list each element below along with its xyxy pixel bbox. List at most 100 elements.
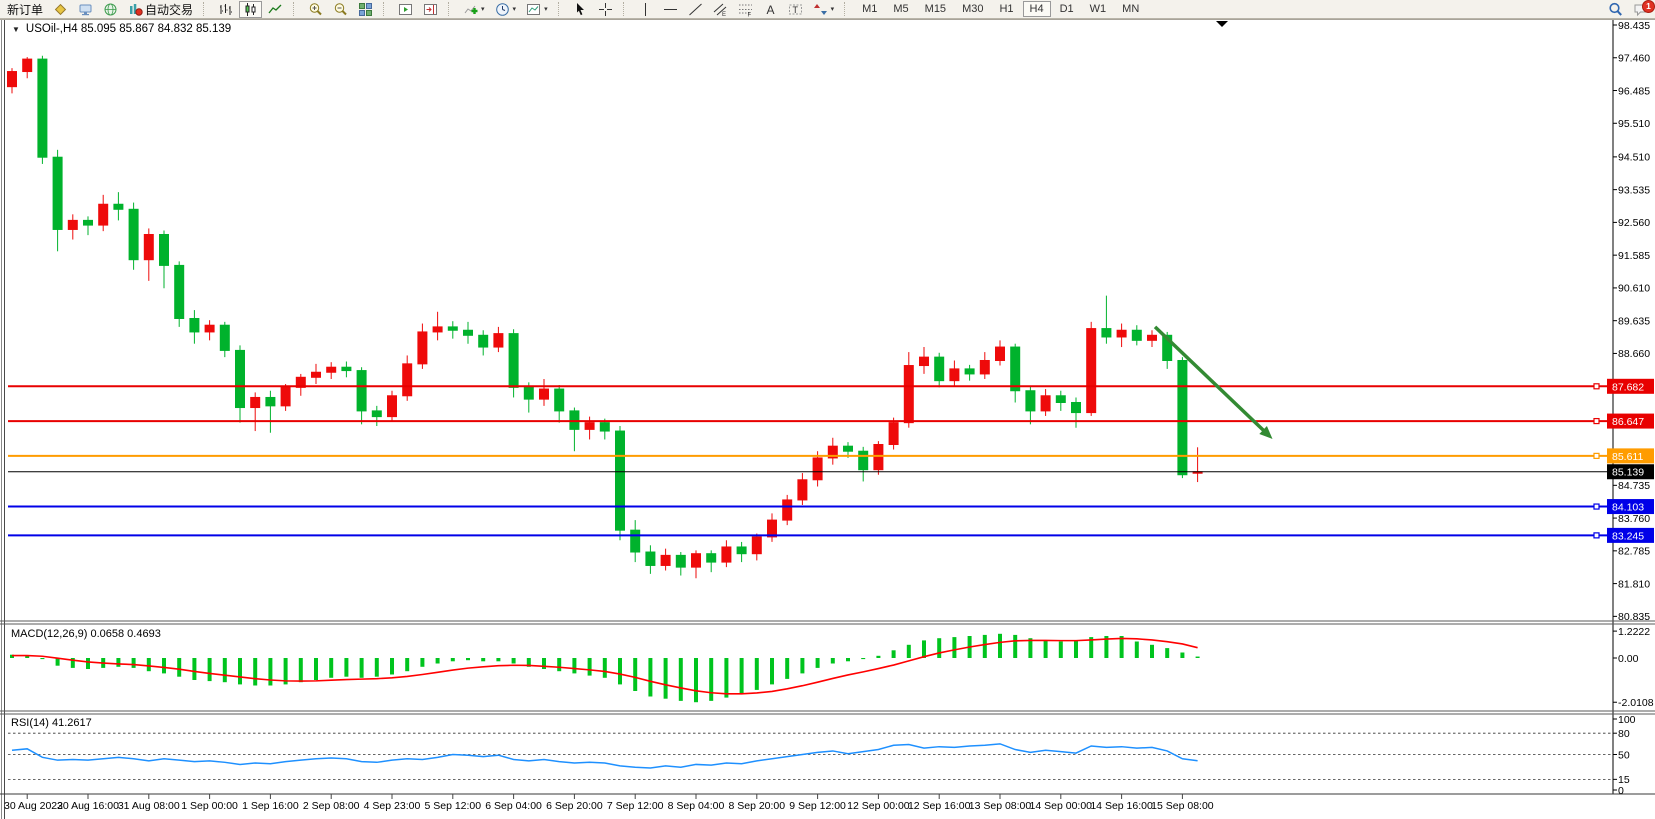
trendline-button[interactable]	[684, 1, 707, 18]
tile-windows-button[interactable]	[354, 1, 377, 18]
crosshair-button[interactable]	[594, 1, 617, 18]
notifications-button[interactable]: 1	[1629, 1, 1652, 18]
price-line-handle[interactable]	[1594, 504, 1599, 509]
candle-down	[616, 431, 625, 530]
tf-h4-button[interactable]: H4	[1023, 1, 1051, 17]
price-axis-label: 90.610	[1618, 283, 1650, 295]
tf-m5-button[interactable]: M5	[886, 1, 915, 17]
bars-icon	[218, 2, 233, 17]
time-axis-label: 1 Sep 00:00	[181, 800, 238, 812]
price-axis-label: 83.760	[1618, 513, 1650, 525]
hline-icon	[663, 2, 678, 17]
search-button[interactable]	[1604, 1, 1627, 18]
time-axis-label: 1 Sep 16:00	[242, 800, 299, 812]
candle-down	[372, 411, 381, 417]
zoom-out-button[interactable]	[329, 1, 352, 18]
line-chart-button[interactable]	[264, 1, 287, 18]
tile-icon	[358, 2, 373, 17]
dropdown-caret-icon[interactable]: ▾	[544, 5, 548, 13]
rsi-axis-label: 100	[1618, 714, 1636, 726]
dropdown-caret-icon[interactable]: ▾	[513, 5, 517, 13]
tf-m1-button[interactable]: M1	[855, 1, 884, 17]
candle-up	[950, 369, 959, 381]
price-badge-label: 85.611	[1612, 451, 1643, 463]
tf-mn-button[interactable]: MN	[1115, 1, 1146, 17]
price-axis-label: 89.635	[1618, 315, 1650, 327]
tf-m30-button[interactable]: M30	[955, 1, 990, 17]
line-icon	[268, 2, 283, 17]
charts-grid-button[interactable]	[49, 1, 72, 18]
candle-up	[783, 500, 792, 520]
zoom-in-button[interactable]	[304, 1, 327, 18]
community-button[interactable]	[99, 1, 122, 18]
dropdown-caret-icon[interactable]: ▾	[481, 5, 485, 13]
toolbar-separator	[558, 2, 563, 16]
time-axis-label: 8 Sep 04:00	[668, 800, 725, 812]
auto-scroll-button[interactable]	[394, 1, 417, 18]
tf-h1-button[interactable]: H1	[992, 1, 1020, 17]
svg-text:E: E	[722, 12, 726, 17]
svg-text:A: A	[766, 3, 774, 17]
price-line-handle[interactable]	[1594, 419, 1599, 424]
price-axis-label: 93.535	[1618, 184, 1650, 196]
tf-d1-button[interactable]: D1	[1053, 1, 1081, 17]
candle-down	[464, 330, 473, 335]
chart-title-text: USOil-,H4 85.095 85.867 84.832 85.139	[26, 23, 231, 35]
price-line-handle[interactable]	[1594, 453, 1599, 458]
chart-area[interactable]: 98.43597.46096.48595.51094.51093.53592.5…	[0, 0, 1655, 819]
autotrade-icon	[128, 2, 143, 17]
candle-up	[388, 396, 397, 417]
candle-down	[1072, 402, 1081, 412]
candle-up	[768, 520, 777, 537]
tf-w1-button[interactable]: W1	[1083, 1, 1114, 17]
tf-m15-button[interactable]: M15	[918, 1, 953, 17]
indicators-button[interactable]: ▾	[459, 1, 489, 18]
monitor-icon	[78, 2, 93, 17]
autotrading-button-label: 自动交易	[145, 1, 193, 18]
zoom-in-icon	[308, 2, 323, 17]
price-line-handle[interactable]	[1594, 384, 1599, 389]
candle-down	[844, 446, 853, 451]
price-line-handle[interactable]	[1594, 533, 1599, 538]
tf-h1-button-label: H1	[999, 3, 1013, 15]
price-axis-label: 88.660	[1618, 348, 1650, 360]
templates-button[interactable]: ▾	[522, 1, 552, 18]
candlestick-chart-button[interactable]	[239, 1, 262, 18]
candle-up	[661, 555, 670, 565]
horizontal-line-button[interactable]	[659, 1, 682, 18]
candle-up	[1117, 330, 1126, 337]
candle-up	[585, 423, 594, 430]
globe-icon	[103, 2, 118, 17]
candle-down	[646, 552, 655, 565]
candle-down	[220, 325, 229, 350]
candle-up	[904, 366, 913, 423]
arrows-button[interactable]: ▾	[809, 1, 839, 18]
text-button[interactable]: A	[759, 1, 782, 18]
dropdown-caret-icon[interactable]: ▾	[831, 5, 835, 13]
vertical-line-button[interactable]	[634, 1, 657, 18]
candle-down	[631, 530, 640, 552]
price-axis-label: 84.735	[1618, 480, 1650, 492]
candle-down	[737, 547, 746, 554]
candle-up	[752, 537, 761, 554]
candle-up	[144, 234, 153, 259]
autotrading-button[interactable]: 自动交易	[124, 1, 197, 18]
time-axis-label: 15 Sep 08:00	[1151, 800, 1214, 812]
candle-up	[8, 72, 17, 87]
chartshift-icon	[423, 2, 438, 17]
macd-axis-label: -2.0108	[1618, 697, 1654, 709]
cursor-button[interactable]	[569, 1, 592, 18]
periods-button[interactable]: ▾	[491, 1, 521, 18]
new-order-button[interactable]: 新订单	[3, 1, 47, 18]
profiles-button[interactable]	[74, 1, 97, 18]
bar-chart-button[interactable]	[214, 1, 237, 18]
time-axis-label: 6 Sep 20:00	[546, 800, 603, 812]
rsi-axis-label: 0	[1618, 785, 1624, 797]
text-label-button[interactable]: T	[784, 1, 807, 18]
crosshair-icon	[598, 2, 613, 17]
fibonacci-button[interactable]: F	[734, 1, 757, 18]
clock-icon	[495, 2, 510, 17]
chart-menu-icon[interactable]: ▼	[12, 25, 20, 34]
equidistant-channel-button[interactable]: E	[709, 1, 732, 18]
chart-shift-button[interactable]	[419, 1, 442, 18]
